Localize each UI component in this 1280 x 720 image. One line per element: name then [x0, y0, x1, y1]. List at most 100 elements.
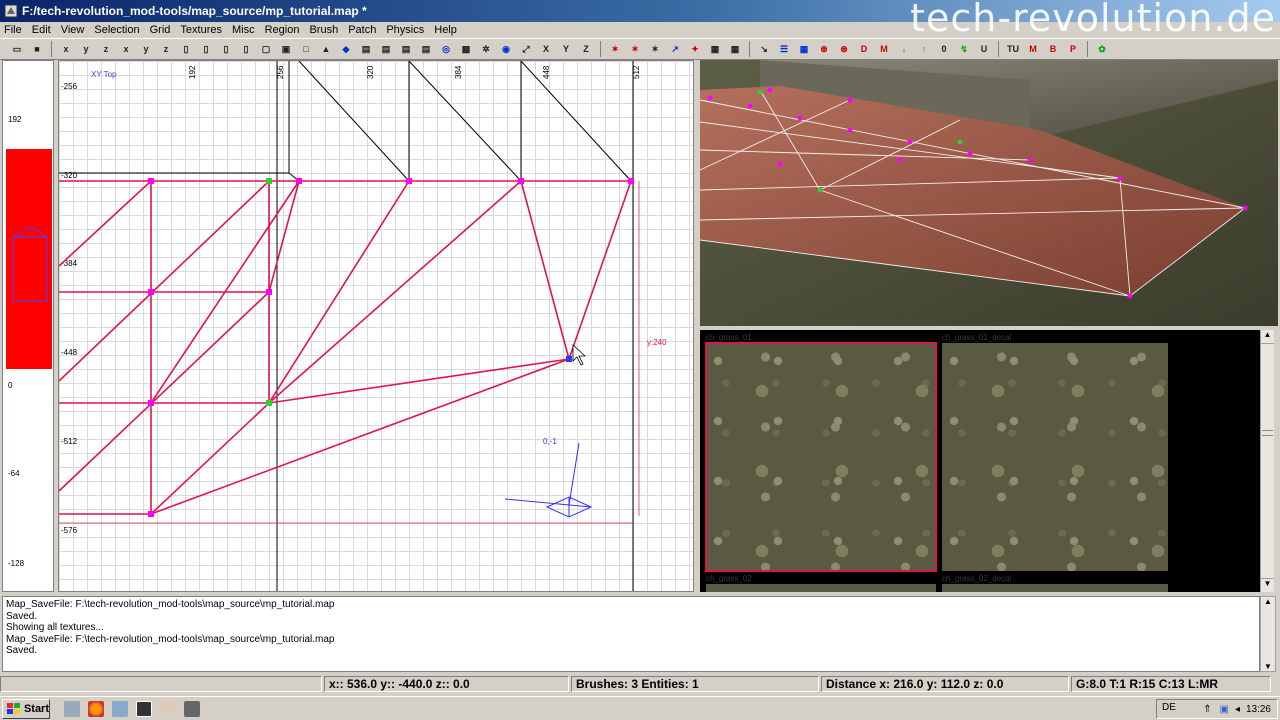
entity-list-icon[interactable]: ☰ [775, 40, 793, 58]
patch-weld-icon[interactable]: ✶ [646, 40, 664, 58]
texture-tile[interactable] [942, 343, 1168, 571]
patch-select-icon[interactable]: ✶ [606, 40, 624, 58]
menu-region[interactable]: Region [265, 24, 300, 36]
filter-patches-icon[interactable]: P [1064, 40, 1082, 58]
menu-view[interactable]: View [61, 24, 85, 36]
filter-structural-icon[interactable]: ⊛ [835, 40, 853, 58]
scroll-down-icon[interactable]: ▼ [1261, 578, 1274, 592]
patch-tool-icon[interactable]: ✦ [686, 40, 704, 58]
start-button[interactable]: Start [2, 698, 50, 719]
console-scrollbar[interactable]: ▲ ▼ [1260, 596, 1276, 672]
plugin-icon[interactable]: ✿ [1093, 40, 1111, 58]
tool-task-icon[interactable] [184, 700, 200, 717]
xy-view-canvas[interactable]: XY Top 192 256 320 384 448 512 -256 -320… [59, 61, 694, 592]
camera-gizmo-icon[interactable] [504, 442, 593, 518]
menu-physics[interactable]: Physics [386, 24, 424, 36]
flip-y-icon[interactable]: y [77, 40, 95, 58]
lightning-icon[interactable]: ↯ [955, 40, 973, 58]
select-partial-icon[interactable]: ▯ [217, 40, 235, 58]
filter-brush-b-icon[interactable]: B [1044, 40, 1062, 58]
select-complete-icon[interactable]: ▯ [177, 40, 195, 58]
flip-z-icon[interactable]: z [97, 40, 115, 58]
clipper-icon[interactable]: ▲ [317, 40, 335, 58]
camera-3d-canvas[interactable] [700, 60, 1278, 326]
console-line: Saved. [6, 645, 38, 656]
texture-fit-icon[interactable]: TU [1004, 40, 1022, 58]
radiant-task-icon[interactable] [136, 700, 152, 717]
rotate-x-icon[interactable]: x [117, 40, 135, 58]
arrow-up-icon[interactable]: ↑ [915, 40, 933, 58]
scroll-up-icon[interactable]: ▲ [1261, 330, 1274, 344]
patch-insert-icon[interactable]: ▦ [706, 40, 724, 58]
view-x-icon[interactable]: X [537, 40, 555, 58]
camera-3d-view[interactable] [700, 60, 1278, 326]
view-label: XY Top [91, 70, 117, 79]
menu-file[interactable]: File [4, 24, 22, 36]
csg-subtract-icon[interactable]: ▢ [257, 40, 275, 58]
scroll-up-icon[interactable]: ▲ [1261, 597, 1275, 606]
show-entities-icon[interactable]: ↘ [755, 40, 773, 58]
hollow-icon[interactable]: □ [297, 40, 315, 58]
rotate-z-icon[interactable]: z [157, 40, 175, 58]
rotate-y-icon[interactable]: y [137, 40, 155, 58]
zero-icon[interactable]: 0 [935, 40, 953, 58]
texture-rotate-icon[interactable]: ▤ [397, 40, 415, 58]
menu-edit[interactable]: Edit [32, 24, 51, 36]
filter-models-icon[interactable]: M [1024, 40, 1042, 58]
language-indicator[interactable]: DE [1162, 702, 1176, 713]
texture-flip-icon[interactable]: ▤ [377, 40, 395, 58]
patch-drill-icon[interactable]: ↗ [666, 40, 684, 58]
texture-window-icon[interactable]: ▩ [457, 40, 475, 58]
texture-lock-icon[interactable]: ▤ [357, 40, 375, 58]
flip-x-icon[interactable]: x [57, 40, 75, 58]
filter-u-icon[interactable]: U [975, 40, 993, 58]
texture-scrollbar[interactable]: ▲ ▼ [1260, 330, 1274, 592]
scale-mode-icon[interactable]: ⤢ [517, 40, 535, 58]
texture-tile-selected[interactable] [705, 342, 937, 572]
menu-selection[interactable]: Selection [94, 24, 139, 36]
rotate-mode-icon[interactable]: ◉ [497, 40, 515, 58]
select-touching-icon[interactable]: ▯ [237, 40, 255, 58]
terrain-patch[interactable] [59, 180, 632, 515]
filter-brushes-icon[interactable]: ▦ [795, 40, 813, 58]
console-output[interactable]: Map_SaveFile: F:\tech-revolution_mod-too… [2, 596, 1260, 672]
scroll-thumb[interactable] [1262, 430, 1273, 436]
csg-merge-icon[interactable]: ▣ [277, 40, 295, 58]
vertex-mode-icon[interactable]: ✲ [477, 40, 495, 58]
view-y-icon[interactable]: Y [557, 40, 575, 58]
explorer-icon[interactable] [112, 700, 128, 717]
texture-tile[interactable] [942, 584, 1168, 592]
menu-misc[interactable]: Misc [232, 24, 255, 36]
cycle-layer-icon[interactable]: ▤ [417, 40, 435, 58]
cubic-clip-icon[interactable]: ◎ [437, 40, 455, 58]
menu-brush[interactable]: Brush [309, 24, 338, 36]
filter-d-icon[interactable]: D [855, 40, 873, 58]
speaker-icon[interactable]: ◂ [1235, 704, 1240, 715]
menu-grid[interactable]: Grid [150, 24, 171, 36]
view-z-icon[interactable]: Z [577, 40, 595, 58]
patch-delete-icon[interactable]: ▦ [726, 40, 744, 58]
patch-bend-icon[interactable]: ✶ [626, 40, 644, 58]
xy-top-view[interactable]: XY Top 192 256 320 384 448 512 -256 -320… [58, 60, 694, 592]
save-icon[interactable]: ■ [28, 40, 46, 58]
menu-patch[interactable]: Patch [348, 24, 376, 36]
patch-vertices[interactable] [148, 178, 634, 517]
open-icon[interactable]: ▭ [8, 40, 26, 58]
scroll-down-icon[interactable]: ▼ [1261, 662, 1275, 671]
menu-help[interactable]: Help [434, 24, 457, 36]
arrow-down-icon[interactable]: ↓ [895, 40, 913, 58]
filter-m-icon[interactable]: M [875, 40, 893, 58]
select-inside-icon[interactable]: ▯ [197, 40, 215, 58]
texture-browser[interactable]: ch_grass_01 ch_grass_01_decal ch_grass_0… [700, 330, 1274, 592]
folder-task-icon[interactable] [160, 700, 176, 717]
show-desktop-icon[interactable] [64, 700, 80, 717]
menu-textures[interactable]: Textures [180, 24, 222, 36]
tray-arrow-icon[interactable]: ⇑ [1203, 704, 1211, 715]
filter-detail-icon[interactable]: ⊛ [815, 40, 833, 58]
network-icon[interactable]: ▣ [1219, 704, 1228, 715]
texture-tile[interactable] [706, 584, 936, 592]
camera-icon[interactable]: ◆ [337, 40, 355, 58]
firefox-icon[interactable] [88, 700, 104, 717]
z-ruler-view[interactable]: 192 0 -64 -128 [2, 60, 54, 592]
y-tick-label: -320 [61, 171, 78, 180]
